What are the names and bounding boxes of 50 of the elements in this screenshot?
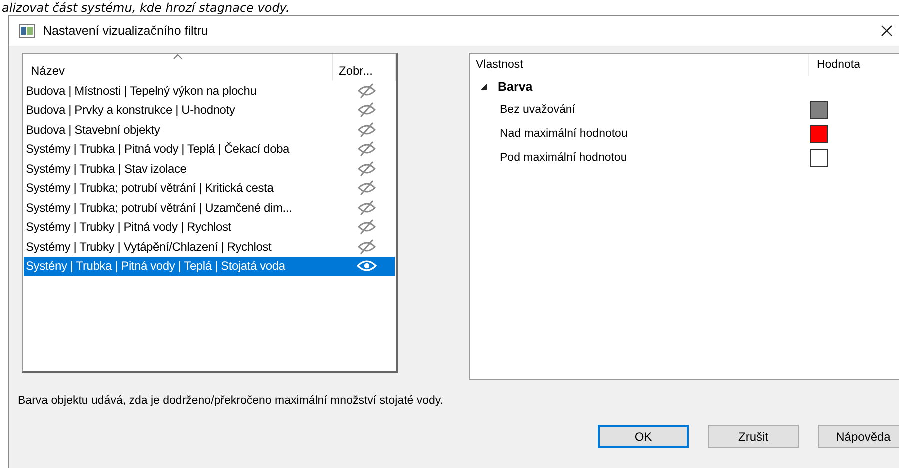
column-header[interactable]: Název	[23, 54, 333, 81]
filter-name: Systémy | Trubka | Pitná vody | Teplá | Čekací doba	[25, 142, 291, 156]
property-label: Nad maximální hodnotou	[499, 128, 629, 140]
hidden-eye-icon[interactable]	[358, 219, 376, 236]
filter-row[interactable]: Systémy | Trubky | Pitná vody | Rychlost	[24, 218, 395, 237]
filter-name: Systémy | Trubka; potrubí větrání | Uzamčené dim...	[25, 200, 294, 215]
hidden-eye-icon[interactable]	[358, 180, 376, 196]
column-header[interactable]: Zobr...	[333, 54, 396, 81]
description-text: Barva objektu udává, zda je dodrženo/překročeno maximální množství stojaté vody.	[17, 394, 445, 407]
filter-name: Systény | Trubka | Pitná vody | Teplá | Stojatá voda	[25, 259, 286, 274]
property-label: Bez uvažování	[499, 104, 576, 116]
filter-name: Systémy | Trubka; potrubí větrání | Kritická cesta	[25, 181, 275, 196]
dialog-button[interactable]: Zrušit	[708, 425, 799, 448]
hidden-eye-icon[interactable]	[358, 238, 376, 255]
filter-row[interactable]: Systémy | Trubky | Vytápění/Chlazení | Rychlost	[24, 237, 395, 256]
window-title: Nastavení vizualizačního filtru	[43, 24, 208, 38]
filter-name: Budova | Místnosti | Tepelný výkon na plochu	[25, 84, 258, 98]
property-label: Pod maximální hodnotou	[499, 152, 628, 164]
hidden-eye-icon[interactable]	[358, 141, 376, 158]
dialog-button[interactable]: OK	[598, 425, 689, 448]
filter-row[interactable]: Budova | Prvky a konstrukce | U-hodnoty	[24, 100, 395, 120]
hidden-eye-icon[interactable]	[358, 122, 376, 138]
filter-name: Systémy | Trubky | Vytápění/Chlazení | Rychlost	[25, 240, 273, 254]
hidden-eye-icon[interactable]	[358, 200, 376, 216]
filter-row[interactable]: Budova | Stavební objekty	[24, 120, 395, 140]
filter-row[interactable]: Systény | Trubka | Pitná vody | Teplá | Stojatá voda	[24, 256, 395, 276]
app-icon	[19, 24, 35, 38]
color-swatch[interactable]	[810, 149, 828, 167]
color-swatch[interactable]	[810, 101, 828, 119]
filter-name: Budova | Stavební objekty	[25, 122, 162, 137]
hidden-eye-icon[interactable]	[358, 82, 376, 99]
column-header: Vlastnost	[470, 54, 809, 76]
collapse-icon[interactable]	[480, 83, 488, 91]
filter-row[interactable]: Systémy | Trubka | Pitná vody | Teplá | Čekací doba	[24, 140, 395, 159]
hidden-eye-icon[interactable]	[358, 102, 376, 118]
dialog-button[interactable]: Nápověda	[818, 425, 899, 448]
group-label: Barva	[498, 80, 533, 94]
document-text: alizovat část systému, kde hrozí stagnace vody.	[2, 0, 290, 14]
filter-name: Budova | Prvky a konstrukce | U-hodnoty	[25, 103, 236, 118]
filter-name: Systémy | Trubka | Stav izolace	[25, 162, 188, 176]
filter-row[interactable]: Systémy | Trubka | Stav izolace	[24, 159, 395, 178]
color-swatch[interactable]	[810, 125, 828, 143]
close-icon[interactable]	[881, 25, 893, 37]
filter-row[interactable]: Systémy | Trubka; potrubí větrání | Kritická cesta	[24, 178, 395, 198]
filter-row[interactable]: Systémy | Trubka; potrubí větrání | Uzamčené dim...	[24, 198, 395, 218]
filter-name: Systémy | Trubky | Pitná vody | Rychlost	[25, 220, 232, 234]
eye-icon[interactable]	[357, 260, 377, 272]
column-header: Hodnota	[816, 59, 860, 71]
hidden-eye-icon[interactable]	[358, 160, 376, 177]
filter-row[interactable]: Budova | Místnosti | Tepelný výkon na plochu	[24, 81, 395, 100]
